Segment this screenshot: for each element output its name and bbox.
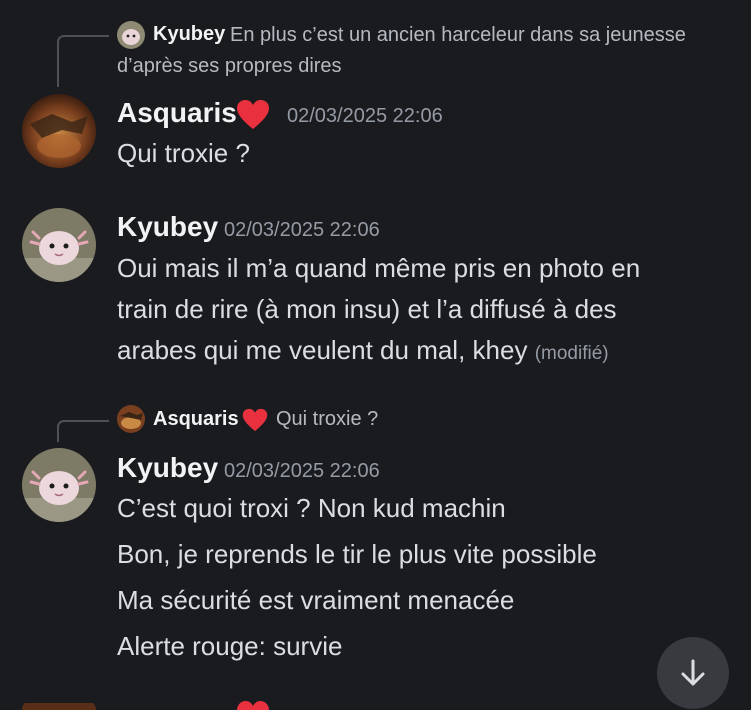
message-text-line: Oui mais il m’a quand même pris en photo… — [117, 253, 641, 283]
message-author[interactable]: Kyubey — [117, 211, 218, 243]
reply-preview[interactable]: Qui troxie ? — [276, 404, 378, 435]
kyubey-avatar[interactable] — [22, 448, 96, 522]
red-heart-icon — [237, 701, 269, 710]
reply-connector — [57, 35, 109, 87]
message-text-line: train de rire (à mon insu) et l’a diffus… — [117, 294, 617, 324]
scroll-to-bottom-button[interactable] — [657, 637, 729, 709]
message-text: Alerte rouge: survie — [117, 631, 343, 661]
kyubey-avatar[interactable] — [22, 208, 96, 282]
red-heart-icon — [242, 408, 268, 432]
message-text: arabes qui me veulent du mal, khey — [117, 335, 528, 365]
message-author[interactable]: Kyubey — [117, 452, 218, 484]
edited-label: (modifié) — [534, 343, 609, 364]
asquaris-mini-avatar[interactable] — [117, 405, 145, 433]
message-author[interactable]: Asquaris — [117, 97, 237, 129]
message-text: Ma sécurité est vraiment menacée — [117, 585, 515, 615]
message-text: Bon, je reprends le tir le plus vite pos… — [117, 539, 597, 569]
message-timestamp: 02/03/2025 22:06 — [224, 219, 380, 241]
asquaris-avatar-partial[interactable] — [22, 700, 96, 710]
message-text: Qui troxie ? — [117, 138, 250, 168]
red-heart-icon — [237, 100, 269, 129]
reply-author[interactable]: Asquaris — [153, 408, 239, 431]
reply-connector — [57, 420, 109, 442]
arrow-down-icon — [681, 659, 705, 686]
message-text: C’est quoi troxi ? Non kud machin — [117, 493, 506, 523]
asquaris-avatar[interactable] — [22, 94, 96, 168]
message-timestamp: 02/03/2025 22:06 — [224, 460, 380, 482]
message-timestamp: 02/03/2025 22:06 — [287, 105, 443, 127]
message-text-line: arabes qui me veulent du mal, khey (modi… — [117, 330, 609, 374]
reply-preview[interactable]: En plus c’est un ancien harceleur dans s… — [117, 20, 717, 82]
